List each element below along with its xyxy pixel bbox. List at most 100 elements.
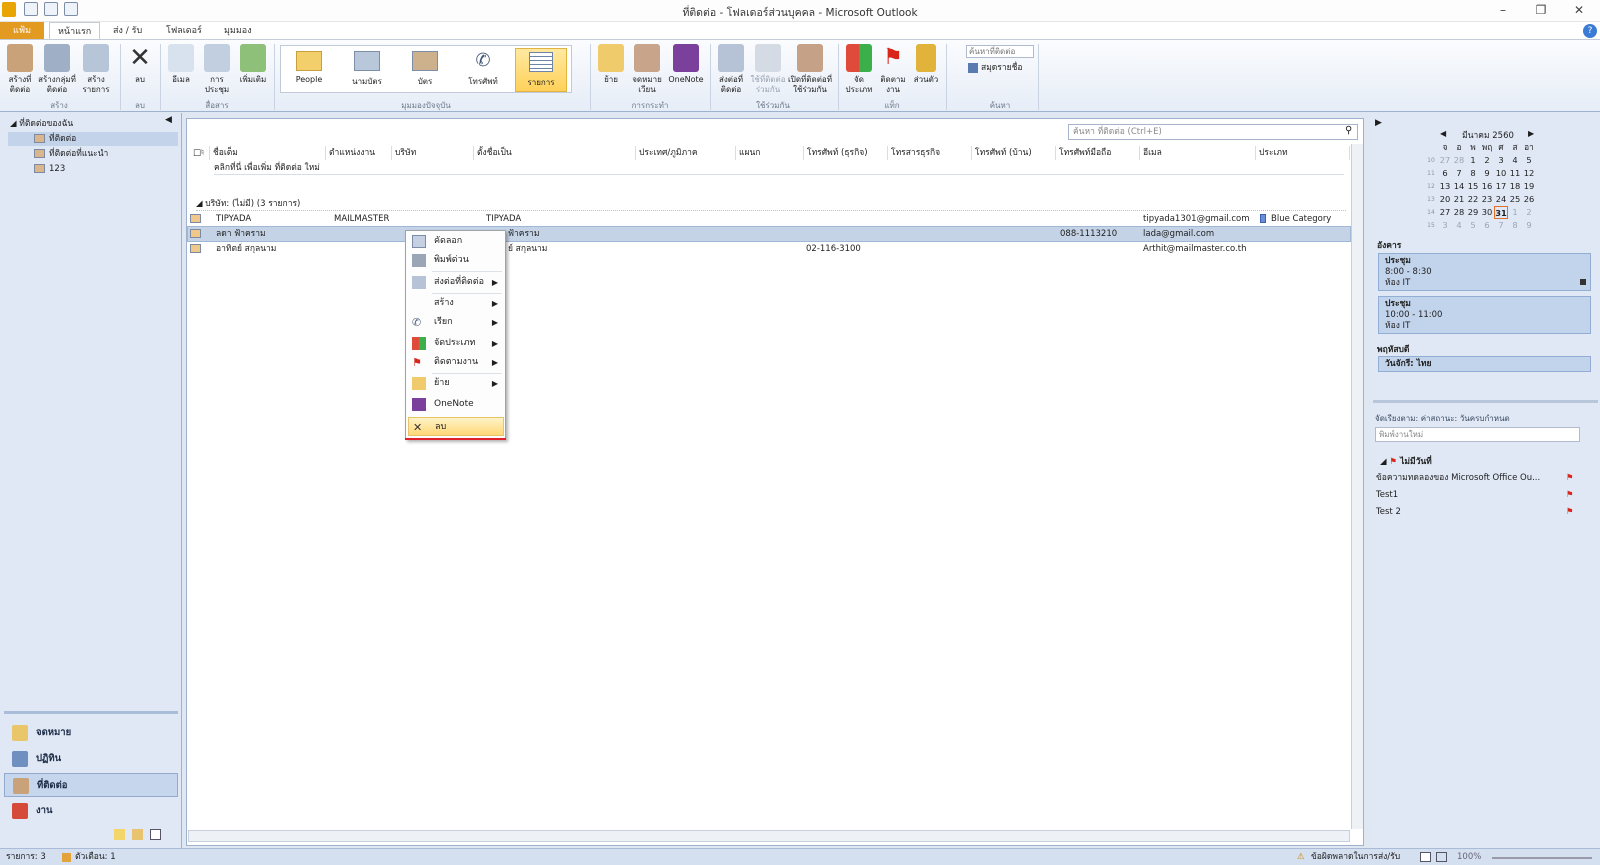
tab-view[interactable]: มุมมอง — [216, 22, 260, 40]
calendar-day[interactable]: 5 — [1522, 154, 1536, 167]
forward-contact-button[interactable]: ส่งต่อที่ติดต่อ — [714, 44, 748, 95]
menu-item-categorize[interactable]: จัดประเภท ▶ — [408, 334, 504, 353]
status-send-receive-error[interactable]: ข้อผิดพลาดในการส่ง/รับ — [1311, 849, 1400, 865]
date-navigator[interactable]: จอพพฤศสอา 10 27 28 1 2 3 4 5 11 6 7 8 9 10 11 12 12 13 14 15… — [1424, 141, 1540, 235]
folder-list-icon[interactable] — [132, 829, 143, 840]
new-items-button[interactable]: สร้างรายการ — [78, 44, 114, 95]
calendar-day[interactable]: 19 — [1522, 180, 1536, 193]
new-contact-row[interactable]: คลิกที่นี่ เพื่อเพิ่ม ที่ติดต่อ ใหม่ — [214, 162, 1344, 175]
calendar-day[interactable]: 27 — [1438, 154, 1452, 167]
appointment-card[interactable]: ประชุม 10:00 - 11:00 ห้อง IT — [1378, 296, 1591, 334]
new-task-input[interactable]: พิมพ์งานใหม่ — [1375, 427, 1580, 442]
calendar-day[interactable]: 29 — [1466, 206, 1480, 219]
calendar-day[interactable]: 15 — [1466, 180, 1480, 193]
column-full-name[interactable]: ชื่อเต็ม — [210, 146, 326, 160]
calendar-day[interactable]: 11 — [1508, 167, 1522, 180]
calendar-day[interactable]: 22 — [1466, 193, 1480, 206]
column-categories[interactable]: ประเภท — [1256, 146, 1350, 160]
calendar-day[interactable]: 4 — [1452, 219, 1466, 232]
column-email[interactable]: อีเมล — [1140, 146, 1256, 160]
menu-item-create[interactable]: สร้าง ▶ — [408, 294, 504, 313]
calendar-day[interactable]: 12 — [1522, 167, 1536, 180]
close-button[interactable]: ✕ — [1566, 1, 1592, 20]
menu-item-call[interactable]: ✆ เรียก ▶ — [408, 313, 504, 332]
move-button[interactable]: ย้าย — [596, 44, 626, 85]
vertical-scrollbar[interactable] — [1351, 144, 1363, 829]
tab-send-receive[interactable]: ส่ง / รับ — [105, 22, 150, 40]
calendar-day[interactable]: 8 — [1466, 167, 1480, 180]
tree-header-my-contacts[interactable]: ◢ ที่ติดต่อของฉัน — [6, 117, 176, 131]
column-business-fax[interactable]: โทรสารธุรกิจ — [888, 146, 972, 160]
calendar-prev-icon[interactable]: ◀ — [1440, 129, 1446, 138]
calendar-day[interactable]: 13 — [1438, 180, 1452, 193]
meeting-button[interactable]: การประชุม — [200, 44, 234, 95]
calendar-day[interactable]: 28 — [1452, 206, 1466, 219]
tab-home[interactable]: หน้าแรก — [49, 22, 101, 40]
todo-divider[interactable] — [1373, 400, 1598, 403]
menu-item-copy[interactable]: คัดลอก — [408, 232, 504, 251]
new-contact-button[interactable]: สร้างที่ติดต่อ — [2, 44, 38, 95]
calendar-day[interactable]: 3 — [1494, 154, 1508, 167]
calendar-day[interactable]: 24 — [1494, 193, 1508, 206]
calendar-day[interactable]: 6 — [1480, 219, 1494, 232]
menu-item-forward-contact[interactable]: ส่งต่อที่ติดต่อ ▶ — [408, 273, 504, 292]
nav-splitter[interactable] — [4, 711, 178, 714]
column-company[interactable]: บริษัท — [392, 146, 474, 160]
calendar-day[interactable]: 7 — [1452, 167, 1466, 180]
column-job-title[interactable]: ตำแหน่งงาน — [326, 146, 392, 160]
calendar-day[interactable]: 30 — [1480, 206, 1494, 219]
view-list[interactable]: รายการ — [515, 48, 567, 92]
restore-button[interactable]: ❐ — [1528, 1, 1554, 20]
table-row[interactable]: TIPYADA MAILMASTER TIPYADA tipyada1301@g… — [188, 212, 1350, 226]
search-icon[interactable]: ⚲ — [1345, 125, 1352, 136]
tree-item-contacts[interactable]: ที่ติดต่อ — [8, 132, 178, 146]
holiday-event[interactable]: วันจักรี: ไทย — [1378, 356, 1591, 372]
tree-item-123[interactable]: 123 — [8, 162, 178, 176]
appointment-card[interactable]: ประชุม 8:00 - 8:30 ห้อง IT — [1378, 253, 1591, 291]
share-contacts-button[interactable]: ใช้ที่ติดต่อร่วมกัน — [750, 44, 786, 95]
onenote-button[interactable]: OneNote — [668, 44, 704, 85]
column-mobile-phone[interactable]: โทรศัพท์มือถือ — [1056, 146, 1140, 160]
calendar-day[interactable]: 25 — [1508, 193, 1522, 206]
calendar-day[interactable]: 6 — [1438, 167, 1452, 180]
view-phone[interactable]: ✆ โทรศัพท์ — [457, 48, 509, 92]
column-file-as[interactable]: ตั้งชื่อเป็น — [474, 146, 636, 160]
calendar-day[interactable]: 20 — [1438, 193, 1452, 206]
column-home-phone[interactable]: โทรศัพท์ (บ้าน) — [972, 146, 1056, 160]
task-arrange-by[interactable]: จัดเรียงตาม: ค่าสถานะ: วันครบกำหนด — [1375, 412, 1510, 425]
task-item[interactable]: Test 2 ⚑ — [1376, 504, 1576, 520]
column-icon[interactable]: □♮ — [190, 146, 210, 160]
calendar-day[interactable]: 5 — [1466, 219, 1480, 232]
calendar-day[interactable]: 3 — [1438, 219, 1452, 232]
new-contact-group-button[interactable]: สร้างกลุ่มที่ติดต่อ — [38, 44, 76, 95]
delete-button[interactable]: ✕ ลบ — [124, 44, 156, 85]
nav-contacts[interactable]: ที่ติดต่อ — [4, 773, 178, 797]
calendar-day[interactable]: 9 — [1480, 167, 1494, 180]
table-row[interactable]: ลดา ฟ้าคราม ฟ้าคราม 088-1113210 lada@gma… — [187, 226, 1351, 242]
mail-merge-button[interactable]: จดหมายเวียน — [628, 44, 666, 95]
task-item[interactable]: ข้อความทดลองของ Microsoft Office Ou... ⚑ — [1376, 470, 1576, 486]
categorize-button[interactable]: จัดประเภท — [842, 44, 876, 95]
calendar-day[interactable]: 2 — [1522, 206, 1536, 219]
open-shared-contacts-button[interactable]: เปิดที่ติดต่อที่ใช้ร่วมกัน — [788, 44, 832, 95]
private-button[interactable]: ส่วนตัว — [910, 44, 942, 85]
nav-mail[interactable]: จดหมาย — [4, 721, 178, 745]
calendar-next-icon[interactable]: ▶ — [1528, 129, 1534, 138]
calendar-day[interactable]: 7 — [1494, 219, 1508, 232]
calendar-day[interactable]: 10 — [1494, 167, 1508, 180]
reading-view-icon[interactable] — [1436, 852, 1447, 862]
calendar-day[interactable]: 17 — [1494, 180, 1508, 193]
column-country[interactable]: ประเทศ/ภูมิภาค — [636, 146, 736, 160]
email-button[interactable]: อีเมล — [164, 44, 198, 85]
view-card[interactable]: บัตร — [399, 48, 451, 92]
zoom-slider[interactable] — [1492, 857, 1592, 859]
column-department[interactable]: แผนก — [736, 146, 804, 160]
more-button[interactable]: เพิ่มเติม — [236, 44, 270, 85]
view-business-card[interactable]: นามบัตร — [341, 48, 393, 92]
calendar-day[interactable]: 1 — [1466, 154, 1480, 167]
calendar-day[interactable]: 31 — [1494, 206, 1508, 219]
calendar-day[interactable]: 2 — [1480, 154, 1494, 167]
tab-file[interactable]: แฟ้ม — [0, 22, 44, 40]
menu-item-follow-up[interactable]: ⚑ ติดตามงาน ▶ — [408, 353, 504, 372]
red-flag-icon[interactable]: ⚑ — [1566, 487, 1574, 503]
